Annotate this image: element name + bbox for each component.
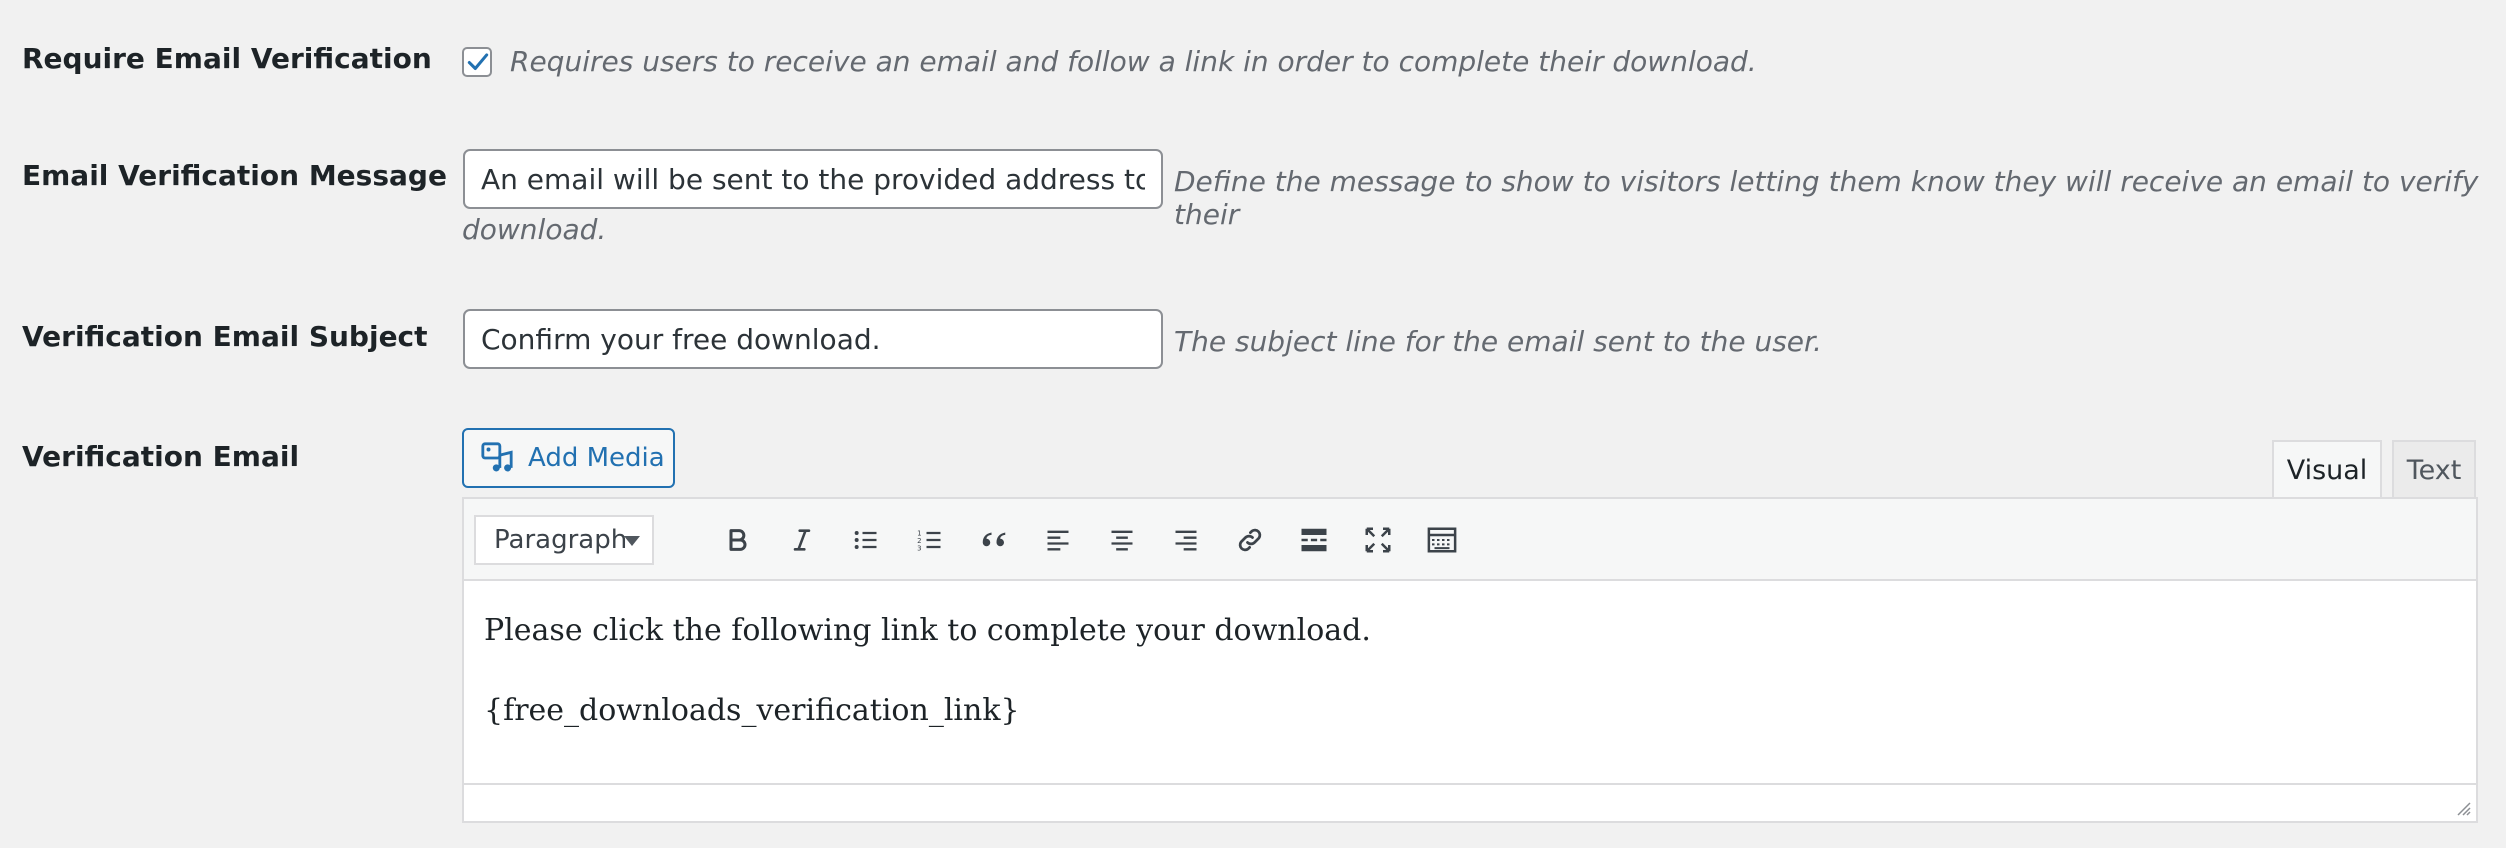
verification-message-description: Define the message to show to visitors l…	[1174, 165, 2479, 231]
svg-text:3: 3	[917, 545, 921, 553]
require-verification-checkbox[interactable]	[462, 47, 492, 77]
checkmark-icon	[467, 53, 489, 71]
format-select-value: Paragraph	[494, 525, 628, 555]
format-select[interactable]: Paragraph	[474, 515, 654, 565]
bulleted-list-icon	[854, 531, 877, 549]
blockquote-button[interactable]	[974, 520, 1014, 560]
fullscreen-icon	[1365, 527, 1391, 553]
blockquote-icon	[982, 532, 1006, 547]
editor-paragraph-2: {free_downloads_verification_link}	[484, 693, 1020, 728]
require-verification-label: Require Email Verification	[22, 42, 432, 75]
read-more-icon	[1301, 528, 1327, 552]
align-center-button[interactable]	[1102, 520, 1142, 560]
verification-email-label: Verification Email	[22, 440, 300, 473]
italic-button[interactable]	[782, 520, 822, 560]
email-editor: Paragraph 1 2 3 Please click the followi…	[462, 497, 2478, 823]
verification-message-description-cont: download.	[462, 213, 607, 246]
bold-button[interactable]	[718, 520, 758, 560]
toolbar-toggle-icon	[1427, 527, 1457, 553]
tab-text[interactable]: Text	[2392, 440, 2476, 498]
italic-icon	[793, 529, 811, 551]
resize-handle-icon[interactable]	[2454, 799, 2472, 817]
align-right-icon	[1175, 530, 1197, 551]
bulleted-list-button[interactable]	[846, 520, 886, 560]
email-subject-input[interactable]	[463, 309, 1163, 369]
email-subject-description: The subject line for the email sent to t…	[1174, 325, 1822, 358]
fullscreen-button[interactable]	[1358, 520, 1398, 560]
align-left-button[interactable]	[1038, 520, 1078, 560]
editor-content[interactable]: Please click the following link to compl…	[464, 581, 2476, 775]
insert-link-button[interactable]	[1230, 520, 1270, 560]
add-media-label: Add Media	[528, 443, 665, 473]
tab-visual[interactable]: Visual	[2272, 440, 2382, 498]
require-verification-description: Requires users to receive an email and f…	[510, 45, 1757, 78]
numbered-list-icon: 1 2 3	[917, 529, 941, 553]
chevron-down-icon	[624, 536, 640, 546]
bold-icon	[729, 529, 747, 551]
add-media-button[interactable]: Add Media	[462, 428, 675, 488]
media-icon	[480, 441, 514, 475]
align-left-icon	[1047, 530, 1069, 551]
toolbar-toggle-button[interactable]	[1422, 520, 1462, 560]
editor-statusbar	[464, 783, 2476, 821]
email-subject-label: Verification Email Subject	[22, 320, 428, 353]
align-center-icon	[1111, 530, 1133, 551]
editor-paragraph-1: Please click the following link to compl…	[484, 613, 1371, 648]
link-icon	[1238, 528, 1262, 552]
verification-message-input[interactable]	[463, 149, 1163, 209]
numbered-list-button[interactable]: 1 2 3	[910, 520, 950, 560]
read-more-button[interactable]	[1294, 520, 1334, 560]
editor-toolbar: Paragraph 1 2 3	[464, 499, 2476, 581]
align-right-button[interactable]	[1166, 520, 1206, 560]
verification-message-label: Email Verification Message	[22, 159, 447, 192]
